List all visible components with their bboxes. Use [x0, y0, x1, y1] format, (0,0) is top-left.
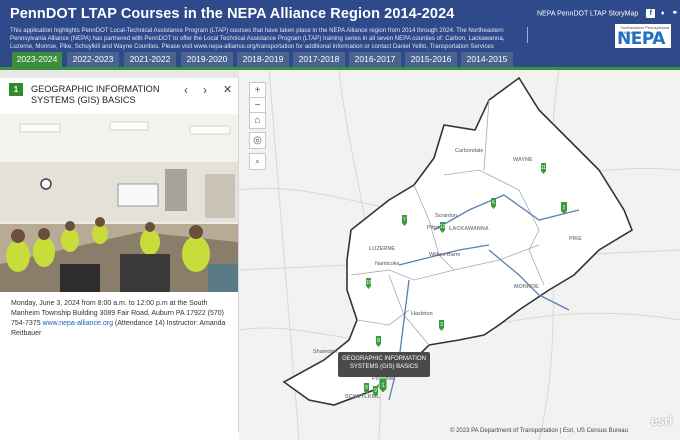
tab-2019-2020[interactable]: 2019-2020	[181, 52, 233, 67]
search-icon[interactable]: ⌕	[249, 153, 266, 170]
svg-text:6: 6	[492, 200, 495, 206]
twitter-icon[interactable]: ♦	[658, 9, 667, 18]
facebook-icon[interactable]: f	[646, 9, 656, 18]
link-icon[interactable]: ⚭	[670, 9, 679, 18]
place-wilkes-barre: Wilkes-Barre	[429, 252, 460, 258]
place-nanticoke: Nanticoke	[375, 261, 399, 267]
place-carbondale: Carbondale	[455, 148, 483, 154]
course-title: GEOGRAPHIC INFORMATION SYSTEMS (GIS) BAS…	[31, 84, 160, 105]
app-description: This application highlights PennDOT Loca…	[10, 27, 505, 50]
place-lackawanna: LACKAWANNA	[449, 226, 489, 232]
share-bar: f ♦ ⚭	[643, 9, 679, 18]
panel-top-strip	[0, 70, 240, 78]
map-marker-1-selected: 1	[378, 377, 388, 394]
tab-2018-2019[interactable]: 2018-2019	[237, 52, 289, 67]
nepa-website-link[interactable]: www.nepa-alliance.org	[43, 320, 113, 327]
app-header: PennDOT LTAP Courses in the NEPA Allianc…	[0, 0, 680, 52]
place-wayne: WAYNE	[513, 157, 533, 163]
map-view[interactable]: Carbondale Scranton Pittston LACKAWANNA …	[239, 70, 680, 440]
tab-2023-2024[interactable]: 2023-2024	[12, 52, 62, 67]
tab-2022-2023[interactable]: 2022-2023	[67, 52, 119, 67]
course-details: Monday, June 3, 2024 from 8:00 a.m. to 1…	[11, 299, 233, 339]
course-photo	[0, 114, 238, 292]
svg-text:3: 3	[440, 322, 443, 328]
course-panel: 1 GEOGRAPHIC INFORMATION SYSTEMS (GIS) B…	[0, 78, 239, 432]
nepa-logo[interactable]: Northeastern Pennsylvania Alliance NEPA	[615, 24, 671, 49]
home-icon[interactable]: ⌂	[249, 112, 266, 129]
locate-icon[interactable]: ◎	[249, 132, 266, 149]
course-number-badge: 1	[9, 83, 23, 96]
logo-text: NEPA	[617, 29, 665, 49]
svg-text:2: 2	[563, 205, 566, 211]
place-hazleton: Hazleton	[411, 311, 433, 317]
place-shamokin: Shamokin	[313, 349, 337, 355]
place-scranton: Scranton	[435, 213, 457, 219]
place-pike: PIKE	[569, 236, 582, 242]
svg-text:11: 11	[541, 165, 546, 171]
tab-2014-2015[interactable]: 2014-2015	[461, 52, 513, 67]
tab-2015-2016[interactable]: 2015-2016	[405, 52, 457, 67]
next-arrow-icon[interactable]: ›	[203, 83, 207, 97]
svg-text:12: 12	[440, 224, 446, 230]
tab-2016-2017[interactable]: 2016-2017	[349, 52, 401, 67]
tab-2017-2018[interactable]: 2017-2018	[293, 52, 345, 67]
map-tooltip: GEOGRAPHIC INFORMATION SYSTEMS (GIS) BAS…	[338, 352, 430, 377]
map-attribution[interactable]: © 2023 PA Department of Transportation |…	[450, 428, 628, 434]
svg-text:7: 7	[403, 217, 406, 223]
tab-2021-2022[interactable]: 2021-2022	[124, 52, 176, 67]
svg-text:8: 8	[377, 338, 380, 344]
storymap-label: NEPA PennDOT LTAP StoryMap	[537, 10, 639, 18]
svg-text:8: 8	[365, 385, 368, 391]
storymap-header: NEPA PennDOT LTAP StoryMap f ♦ ⚭	[537, 9, 679, 18]
header-divider	[527, 27, 528, 43]
app-title: PennDOT LTAP Courses in the NEPA Allianc…	[10, 6, 455, 22]
place-monroe: MONROE	[514, 284, 539, 290]
esri-logo: esri	[651, 414, 673, 428]
region-map: Carbondale Scranton Pittston LACKAWANNA …	[239, 70, 680, 440]
svg-text:10: 10	[366, 280, 372, 286]
close-icon[interactable]: ✕	[223, 83, 232, 96]
place-luzerne: LUZERNE	[369, 246, 395, 252]
svg-text:9: 9	[374, 388, 377, 394]
prev-arrow-icon[interactable]: ‹	[184, 83, 188, 97]
